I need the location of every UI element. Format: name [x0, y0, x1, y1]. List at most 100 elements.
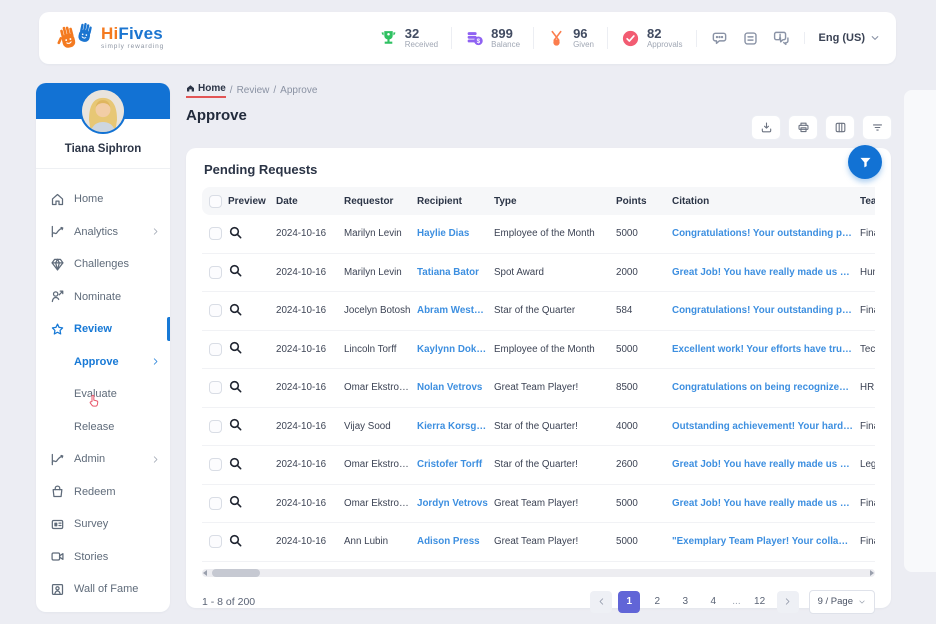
sidebar-item-nominate[interactable]: Nominate	[36, 281, 170, 314]
column-header-team[interactable]: Team	[860, 196, 875, 207]
sidebar-item-survey[interactable]: Survey	[36, 508, 170, 541]
preview-search-icon[interactable]	[228, 379, 243, 394]
row-checkbox[interactable]	[208, 381, 222, 395]
breadcrumb-home[interactable]: Home	[186, 83, 226, 98]
chat-icon[interactable]	[711, 30, 728, 47]
page-1-button[interactable]: 1	[618, 590, 641, 613]
column-header-preview[interactable]: Preview	[228, 196, 276, 207]
breadcrumb-separator: /	[273, 85, 277, 96]
cell-date: 2024-10-16	[276, 343, 327, 355]
row-checkbox[interactable]	[208, 227, 222, 241]
cell-citation-link[interactable]: Congratulations on being recognized as a…	[672, 382, 860, 393]
preview-search-icon[interactable]	[228, 533, 243, 548]
row-checkbox[interactable]	[208, 265, 222, 279]
cell-recipient-link[interactable]: Kaylynn Dokidis	[417, 344, 494, 355]
cell-citation-link[interactable]: Great Job! You have really made us proud…	[672, 498, 860, 509]
feedback-icon[interactable]	[773, 30, 790, 47]
row-checkbox[interactable]	[208, 535, 222, 549]
cell-type: Great Team Player!	[494, 536, 579, 548]
hifives-hands-icon	[55, 22, 95, 54]
preview-search-icon[interactable]	[228, 263, 243, 278]
sidebar-item-home[interactable]: Home	[36, 183, 170, 216]
preview-search-icon[interactable]	[228, 225, 243, 240]
breadcrumb-approve[interactable]: Approve	[280, 85, 317, 96]
print-button[interactable]	[788, 115, 818, 140]
preview-search-icon[interactable]	[228, 417, 243, 432]
column-header-points[interactable]: Points	[616, 196, 672, 207]
column-header-recipient[interactable]: Recipient	[417, 196, 494, 207]
row-checkbox[interactable]	[208, 419, 222, 433]
column-header-requestor[interactable]: Requestor	[344, 196, 417, 207]
sidebar-nav: Home Analytics Challenges Nominate Revie…	[36, 183, 170, 606]
row-checkbox[interactable]	[208, 342, 222, 356]
stat-value: 96	[573, 25, 588, 41]
sidebar-item-wall-of-fame[interactable]: Wall of Fame	[36, 573, 170, 606]
page-4-button[interactable]: 4	[702, 591, 724, 613]
cell-points: 5000	[616, 536, 638, 548]
stat-value: 82	[646, 25, 662, 41]
table-row: 2024-10-16 Omar Ekstrom... Nolan Vetrovs…	[202, 369, 875, 408]
cell-recipient-link[interactable]: Haylie Dias	[417, 228, 494, 239]
page-3-button[interactable]: 3	[674, 591, 696, 613]
scroll-left-arrow-icon[interactable]	[203, 569, 207, 576]
cell-recipient-link[interactable]: Kierra Korsgaa...	[417, 421, 494, 432]
user-name: Tiana Siphron	[64, 143, 142, 155]
row-checkbox[interactable]	[208, 304, 222, 318]
prev-page-button[interactable]	[590, 590, 613, 613]
sidebar-item-stories[interactable]: Stories	[36, 541, 170, 574]
column-header-citation[interactable]: Citation	[672, 196, 860, 207]
breadcrumb-review[interactable]: Review	[237, 85, 270, 96]
cell-citation-link[interactable]: Outstanding achievement! Your hard wor..…	[672, 421, 860, 432]
stat-label: Balance	[491, 39, 521, 49]
scrollbar-thumb[interactable]	[212, 568, 260, 577]
sidebar-item-review[interactable]: Review	[36, 313, 170, 346]
row-checkbox[interactable]	[208, 496, 222, 510]
filter-lines-button[interactable]	[862, 115, 892, 140]
breadcrumb: Home / Review / Approve	[186, 83, 900, 98]
sidebar-item-analytics[interactable]: Analytics	[36, 216, 170, 249]
page-12-button[interactable]: 12	[749, 591, 771, 613]
cell-recipient-link[interactable]: Adison Press	[417, 536, 494, 547]
cell-recipient-link[interactable]: Nolan Vetrovs	[417, 382, 494, 393]
horizontal-scrollbar[interactable]	[202, 568, 875, 577]
cell-citation-link[interactable]: Great Job! You have really made us proud…	[672, 459, 860, 470]
cell-citation-link[interactable]: Congratulations! Your outstanding perfor…	[672, 305, 860, 316]
page-2-button[interactable]: 2	[646, 591, 668, 613]
chevron-right-icon	[151, 357, 160, 366]
column-header-date[interactable]: Date	[276, 196, 344, 207]
sidebar-item-admin[interactable]: Admin	[36, 443, 170, 476]
language-selector[interactable]: Eng (US)	[803, 32, 880, 44]
filter-fab-button[interactable]	[848, 145, 882, 179]
download-button[interactable]	[751, 115, 781, 140]
preview-search-icon[interactable]	[228, 340, 243, 355]
cell-citation-link[interactable]: Excellent work! Your efforts have truly …	[672, 344, 860, 355]
cell-citation-link[interactable]: "Exemplary Team Player! Your collaborati…	[672, 536, 860, 547]
avatar[interactable]	[80, 88, 126, 134]
preview-search-icon[interactable]	[228, 456, 243, 471]
preview-search-icon[interactable]	[228, 494, 243, 509]
cell-team: Legal Tea	[860, 459, 875, 471]
sidebar-item-challenges[interactable]: Challenges	[36, 248, 170, 281]
sidebar-item-redeem[interactable]: Redeem	[36, 476, 170, 509]
cell-citation-link[interactable]: Congratulations! Your outstanding perfor…	[672, 228, 860, 239]
sidebar-item-release[interactable]: Release	[36, 411, 170, 444]
cell-recipient-link[interactable]: Jordyn Vetrovs	[417, 498, 494, 509]
cell-recipient-link[interactable]: Tatiana Bator	[417, 267, 494, 278]
per-page-select[interactable]: 9 / Page	[808, 589, 875, 614]
next-page-button[interactable]	[776, 590, 799, 613]
sidebar-item-evaluate[interactable]: Evaluate	[36, 378, 170, 411]
notes-icon[interactable]	[742, 30, 759, 47]
select-all-checkbox[interactable]	[208, 194, 222, 208]
preview-search-icon[interactable]	[228, 302, 243, 317]
sidebar-item-approve[interactable]: Approve	[36, 346, 170, 379]
row-checkbox[interactable]	[208, 458, 222, 472]
cell-recipient-link[interactable]: Abram Wester...	[417, 305, 494, 316]
sidebar-item-label: Analytics	[74, 225, 119, 238]
cell-recipient-link[interactable]: Cristofer Torff	[417, 459, 494, 470]
cell-citation-link[interactable]: Great Job! You have really made us proud…	[672, 267, 860, 278]
scroll-right-arrow-icon[interactable]	[870, 569, 874, 576]
columns-button[interactable]	[825, 115, 855, 140]
hifives-logo[interactable]: HiFives simply rewarding	[55, 22, 164, 54]
medal-icon	[547, 29, 566, 48]
column-header-type[interactable]: Type	[494, 196, 616, 207]
